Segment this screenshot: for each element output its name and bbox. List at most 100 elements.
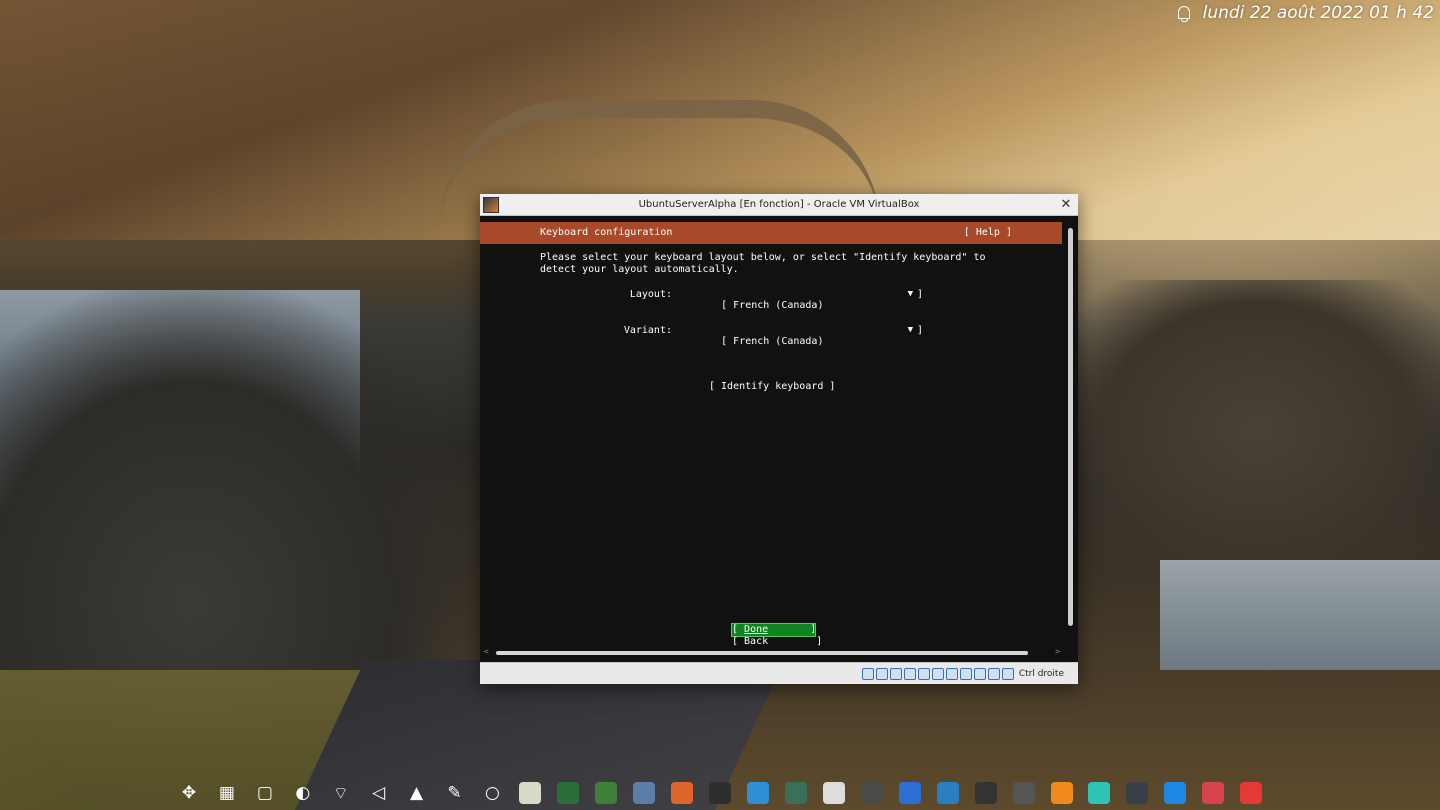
back-button[interactable]: [ Back ] (732, 636, 822, 648)
font-viewer-icon[interactable] (821, 779, 848, 807)
circle-icon[interactable]: ○ (479, 779, 506, 807)
layout-dropdown-arrow-icon: ▼ (907, 289, 913, 299)
date-time-text: lundi 22 août 2022 01 h 42 (1202, 3, 1434, 23)
ubuntu-installer-icon[interactable] (669, 779, 696, 807)
browser-icon-glyph (1164, 782, 1187, 804)
wallpaper-rocks-right (1075, 280, 1440, 580)
volume-icon[interactable]: ◁ (365, 779, 392, 807)
vm-screen[interactable]: Keyboard configuration [ Help ] Please s… (480, 216, 1078, 662)
scroll-right-icon[interactable]: > (1055, 647, 1060, 656)
color-picker-icon[interactable]: ✎ (441, 779, 468, 807)
taskbar: ✥ ▦ ▢ ◐ ⌔ ◁ ▲ ✎ ○ (170, 776, 1270, 810)
gamepad-icon-glyph (974, 782, 997, 804)
intro-line-2: detect your layout automatically. (540, 264, 739, 275)
display-status-icon[interactable] (945, 667, 958, 680)
layout-select-bracket: ] (916, 289, 923, 300)
done-label: Done (744, 624, 769, 635)
disks-icon-glyph (860, 782, 883, 804)
host-key-label: Ctrl droite (1018, 668, 1064, 679)
cpu-status-icon[interactable] (973, 667, 986, 680)
vlc-icon-glyph (1050, 782, 1073, 804)
horizontal-scrollbar[interactable]: < > (484, 647, 1060, 658)
layout-value: [ French (Canada) (721, 300, 824, 311)
folder-icon-glyph (1202, 782, 1225, 804)
browser-icon[interactable] (1162, 779, 1189, 807)
vertical-scroll-thumb[interactable] (1068, 228, 1073, 626)
mail-icon-glyph (1088, 782, 1111, 804)
help-button[interactable]: [ Help ] (964, 222, 1012, 244)
notification-bell-icon[interactable] (1176, 5, 1191, 22)
app-store-icon[interactable] (896, 779, 923, 807)
file-manager-icon[interactable] (745, 779, 772, 807)
optical-drive-status-icon[interactable] (875, 667, 888, 680)
system-monitor-icon-glyph (784, 782, 807, 804)
disks-icon[interactable] (858, 779, 885, 807)
installer-intro-text: Please select your keyboard layout below… (540, 252, 1010, 276)
workspaces-icon[interactable]: ✥ (176, 779, 203, 807)
console-icon-glyph (1126, 782, 1149, 804)
window-titlebar[interactable]: UbuntuServerAlpha [En fonction] - Oracle… (480, 194, 1078, 216)
folder-icon[interactable] (1200, 779, 1227, 807)
app-grid-icon[interactable]: ▦ (214, 779, 241, 807)
virtualbox-icon-glyph (633, 782, 656, 804)
layout-label: Layout: (629, 289, 672, 300)
inkscape-icon[interactable] (1010, 779, 1037, 807)
variant-label: Variant: (623, 325, 672, 336)
vertical-scrollbar[interactable] (1068, 228, 1074, 648)
variant-dropdown-arrow-icon: ▼ (907, 325, 913, 335)
file-manager-icon-glyph (747, 782, 770, 804)
recording-status-icon[interactable] (959, 667, 972, 680)
vlc-icon[interactable] (1048, 779, 1075, 807)
installer-title: Keyboard configuration (540, 227, 673, 238)
virtualbox-window[interactable]: UbuntuServerAlpha [En fonction] - Oracle… (480, 194, 1078, 684)
terminal-icon-glyph (709, 782, 732, 804)
horizontal-scroll-thumb[interactable] (496, 651, 1028, 655)
mail-icon[interactable] (1086, 779, 1113, 807)
audio-status-icon[interactable] (889, 667, 902, 680)
done-open: [ (732, 624, 745, 635)
wifi-icon[interactable]: ⌔ (327, 779, 354, 807)
done-button[interactable]: [ Done ] (731, 623, 817, 637)
done-close: ] (768, 624, 817, 635)
variant-select[interactable]: [ French (Canada) ▼ ] (685, 325, 923, 380)
desktop-icon[interactable]: ▢ (251, 779, 278, 807)
vm-status-bar: Ctrl droite (480, 662, 1078, 684)
vpn-icon[interactable] (593, 779, 620, 807)
wallpaper-water-right (1160, 560, 1440, 670)
inkscape-icon-glyph (1012, 782, 1035, 804)
mouse-integration-status-icon[interactable] (987, 667, 1000, 680)
notes-icon[interactable] (517, 779, 544, 807)
shared-folders-status-icon[interactable] (931, 667, 944, 680)
network-status-icon[interactable] (903, 667, 916, 680)
terminal-icon[interactable] (707, 779, 734, 807)
intro-line-1: Please select your keyboard layout below… (540, 252, 986, 263)
variant-select-bracket: ] (916, 325, 923, 336)
installer-header: Keyboard configuration [ Help ] (480, 222, 1062, 244)
writer-icon-glyph (936, 782, 959, 804)
tray-expand-icon[interactable]: ▲ (403, 779, 430, 807)
virtualbox-app-icon[interactable] (483, 197, 499, 213)
window-title: UbuntuServerAlpha [En fonction] - Oracle… (638, 199, 920, 210)
usb-status-icon[interactable] (917, 667, 930, 680)
notes-icon-glyph (519, 782, 542, 804)
globe-icon-glyph (557, 782, 580, 804)
identify-keyboard-button[interactable]: [ Identify keyboard ] (709, 381, 835, 392)
chrome-icon-glyph (1240, 782, 1263, 804)
hard-disk-status-icon[interactable] (861, 667, 874, 680)
font-viewer-icon-glyph (822, 782, 845, 804)
top-bar-clock[interactable]: lundi 22 août 2022 01 h 42 (1176, 3, 1434, 23)
app-store-icon-glyph (898, 782, 921, 804)
variant-value: [ French (Canada) (721, 336, 824, 347)
gamepad-icon[interactable] (972, 779, 999, 807)
globe-icon[interactable] (555, 779, 582, 807)
chrome-icon[interactable] (1238, 779, 1265, 807)
ubuntu-installer-icon-glyph (671, 782, 694, 804)
scroll-left-icon[interactable]: < (484, 647, 489, 656)
writer-icon[interactable] (934, 779, 961, 807)
virtualbox-icon[interactable] (631, 779, 658, 807)
console-icon[interactable] (1124, 779, 1151, 807)
keyboard-status-icon[interactable] (1001, 667, 1014, 680)
window-close-button[interactable]: ✕ (1059, 194, 1073, 215)
night-light-icon[interactable]: ◐ (289, 779, 316, 807)
system-monitor-icon[interactable] (783, 779, 810, 807)
